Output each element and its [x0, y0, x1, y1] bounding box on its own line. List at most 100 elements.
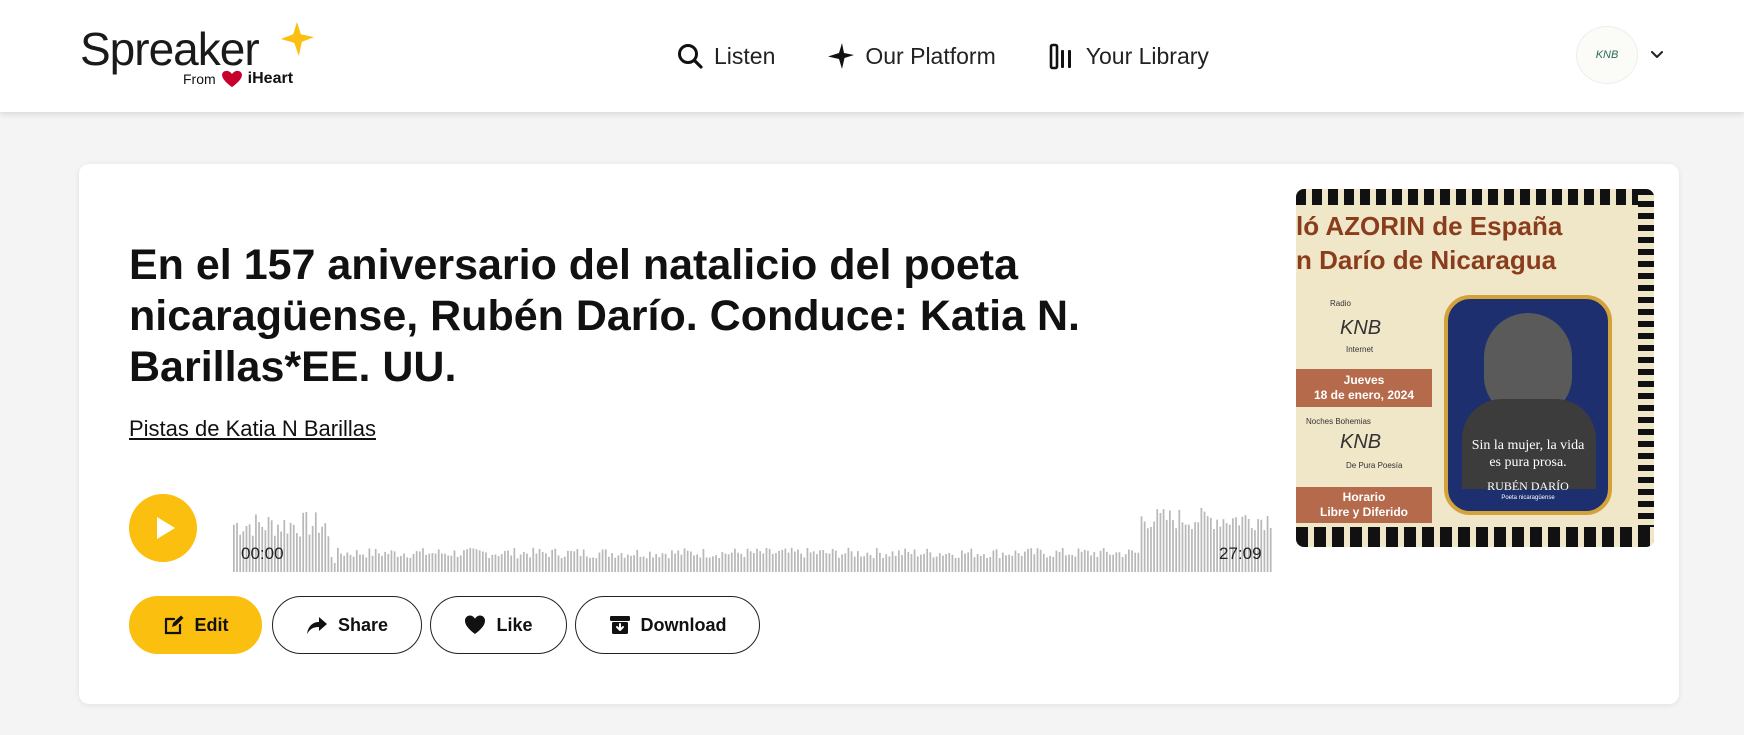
- waveform-bar: [1137, 552, 1140, 572]
- waveform-bar: [447, 555, 450, 572]
- waveform-bar: [431, 553, 434, 572]
- waveform-bar: [538, 549, 541, 572]
- waveform-bar: [387, 554, 390, 572]
- waveform-bar: [683, 548, 686, 572]
- waveform-bar: [469, 548, 472, 572]
- waveform-bar: [901, 555, 903, 572]
- cover-logo2-main: KNB: [1340, 431, 1382, 453]
- nav-listen[interactable]: Listen: [676, 42, 775, 70]
- waveform-bar: [614, 557, 617, 572]
- waveform-bar: [797, 549, 799, 572]
- share-label: Share: [337, 614, 389, 635]
- waveform-bar: [324, 523, 327, 572]
- waveform-bar: [910, 554, 913, 572]
- waveform-bar: [1128, 549, 1130, 572]
- waveform-bar: [1109, 554, 1111, 572]
- waveform-bar: [1093, 552, 1096, 572]
- cover-poet-subtitle: Poeta nicaragüense: [1501, 495, 1555, 501]
- waveform-bar: [428, 553, 431, 572]
- waveform-bar: [437, 549, 440, 572]
- waveform-bar: [771, 553, 774, 572]
- chevron-down-icon[interactable]: [1648, 46, 1666, 64]
- waveform-bar: [403, 553, 405, 572]
- waveform-bar: [973, 557, 976, 572]
- spreaker-logo[interactable]: Spreaker From iHeart: [80, 21, 320, 92]
- nav-your-library[interactable]: Your Library: [1048, 42, 1209, 70]
- waveform-bar: [658, 557, 661, 572]
- waveform-bar: [352, 556, 355, 572]
- waveform-bar: [434, 553, 437, 572]
- waveform-bar: [412, 553, 415, 572]
- star-icon: [828, 43, 855, 69]
- waveform-bar: [926, 548, 929, 572]
- waveform-bar: [891, 551, 894, 572]
- waveform-bar: [296, 533, 298, 572]
- waveform-bar: [333, 562, 336, 572]
- waveform-bar: [557, 555, 560, 572]
- waveform-bar: [1203, 511, 1206, 572]
- waveform-bar: [1017, 553, 1020, 572]
- waveform-bar: [793, 551, 796, 572]
- waveform-bar: [305, 512, 308, 572]
- waveform-bar: [1061, 548, 1064, 572]
- waveform-bar: [567, 550, 569, 572]
- waveform-bar: [441, 553, 443, 572]
- download-label: Download: [640, 614, 727, 635]
- like-button[interactable]: Like: [430, 596, 567, 654]
- waveform-bar: [513, 548, 516, 572]
- waveform-bar: [532, 547, 535, 572]
- logo-star-icon: [280, 21, 315, 57]
- waveform-bar: [882, 557, 884, 572]
- nav-our-platform[interactable]: Our Platform: [827, 42, 996, 70]
- logo-wordmark: Spreaker: [80, 23, 260, 75]
- audio-waveform[interactable]: [233, 492, 1273, 572]
- waveform-bar: [652, 557, 654, 572]
- waveform-bar: [1121, 557, 1124, 572]
- waveform-bar: [724, 553, 727, 572]
- waveform-bar: [393, 551, 396, 572]
- share-button[interactable]: Share: [272, 596, 422, 654]
- waveform-bar: [409, 557, 412, 572]
- waveform-bar: [916, 556, 919, 572]
- edit-button[interactable]: Edit: [129, 596, 262, 654]
- waveform-bar: [879, 552, 881, 572]
- waveform-bar: [1146, 528, 1149, 572]
- waveform-bar: [734, 548, 736, 572]
- waveform-bar: [737, 552, 739, 572]
- waveform-bar: [554, 548, 557, 572]
- waveform-bar: [674, 553, 676, 572]
- waveform-bar: [510, 555, 513, 572]
- waveform-bar: [1046, 557, 1048, 572]
- waveform-bar: [522, 552, 525, 572]
- download-button[interactable]: Download: [575, 596, 760, 654]
- waveform-bar: [740, 553, 743, 572]
- play-button[interactable]: [129, 494, 197, 562]
- waveform-bar: [292, 524, 295, 572]
- waveform-bar: [746, 548, 749, 572]
- waveform-bar: [743, 557, 746, 572]
- waveform-bar: [712, 556, 714, 572]
- waveform-bar: [620, 553, 623, 572]
- waveform-bar: [1165, 519, 1168, 572]
- waveform-bar: [488, 558, 490, 572]
- waveform-bar: [979, 555, 982, 572]
- waveform-bar: [1197, 522, 1200, 572]
- waveform-bar: [964, 553, 966, 572]
- author-link[interactable]: Pistas de Katia N Barillas: [129, 416, 376, 442]
- waveform-bar: [308, 534, 311, 572]
- waveform-bar: [1024, 551, 1026, 572]
- waveform-bar: [504, 551, 506, 572]
- waveform-bar: [1134, 552, 1137, 572]
- user-avatar[interactable]: KNB: [1576, 26, 1638, 84]
- waveform-bar: [1200, 507, 1203, 572]
- waveform-bar: [560, 558, 563, 572]
- cover-date-full: 18 de enero, 2024: [1313, 388, 1415, 402]
- waveform-bar: [888, 556, 891, 572]
- episode-cover-image: ló AZORIN de España n Darío de Nicaragua…: [1296, 189, 1654, 547]
- waveform-bar: [806, 547, 809, 572]
- waveform-bar: [318, 532, 320, 572]
- heart-icon: [465, 615, 486, 634]
- waveform-bar: [699, 557, 702, 572]
- cover-portrait-frame: Sin la mujer, la vida es pura prosa. RUB…: [1444, 295, 1612, 515]
- waveform-bar: [299, 536, 301, 572]
